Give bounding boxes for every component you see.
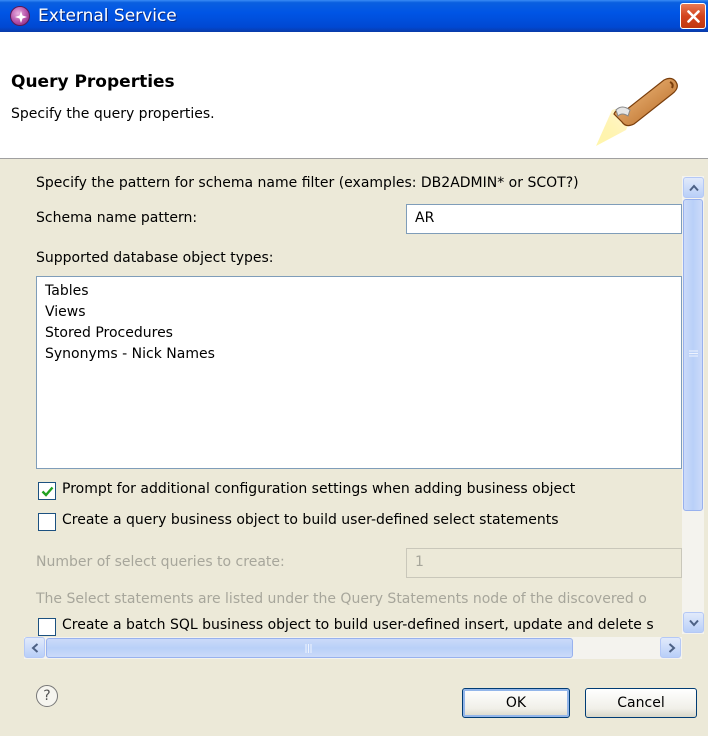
wizard-banner-icon bbox=[592, 70, 688, 154]
horizontal-scrollbar[interactable] bbox=[24, 637, 682, 659]
pattern-hint: Specify the pattern for schema name filt… bbox=[36, 175, 579, 191]
scroll-left-button[interactable] bbox=[24, 637, 45, 658]
list-item[interactable]: Views bbox=[45, 302, 673, 323]
prompt-settings-checkbox[interactable]: Prompt for additional configuration sett… bbox=[38, 480, 678, 502]
title-bar[interactable]: External Service bbox=[0, 0, 708, 32]
query-bo-label: Create a query business object to build … bbox=[62, 512, 559, 528]
app-icon bbox=[10, 6, 30, 26]
checkbox-unchecked[interactable] bbox=[38, 513, 56, 531]
list-item[interactable]: Stored Procedures bbox=[45, 323, 673, 344]
batch-sql-checkbox[interactable]: Create a batch SQL business object to bu… bbox=[38, 616, 682, 638]
prompt-settings-label: Prompt for additional configuration sett… bbox=[62, 481, 576, 497]
chevron-right-icon bbox=[668, 643, 676, 653]
schema-name-input[interactable]: AR bbox=[406, 204, 682, 234]
properties-panel: Specify the pattern for schema name filt… bbox=[24, 168, 682, 638]
query-bo-checkbox[interactable]: Create a query business object to build … bbox=[38, 511, 678, 533]
close-icon bbox=[687, 10, 700, 23]
object-types-label: Supported database object types: bbox=[36, 250, 274, 266]
num-queries-label: Number of select queries to create: bbox=[36, 554, 285, 570]
checkbox-checked[interactable] bbox=[38, 482, 56, 500]
scroll-right-button[interactable] bbox=[660, 637, 681, 658]
object-types-list[interactable]: Tables Views Stored Procedures Synonyms … bbox=[36, 276, 682, 469]
page-title: Query Properties bbox=[11, 72, 175, 92]
chevron-down-icon bbox=[689, 619, 699, 627]
grip-icon bbox=[689, 350, 698, 357]
num-queries-input[interactable]: 1 bbox=[406, 548, 682, 578]
external-service-dialog: External Service Query Properties Specif… bbox=[0, 0, 708, 736]
chevron-up-icon bbox=[689, 184, 699, 192]
grip-icon bbox=[305, 644, 312, 653]
window-title: External Service bbox=[38, 6, 177, 26]
horizontal-scroll-thumb[interactable] bbox=[46, 638, 573, 658]
ok-button[interactable]: OK bbox=[462, 688, 570, 718]
vertical-scrollbar[interactable] bbox=[682, 176, 704, 634]
cancel-button[interactable]: Cancel bbox=[585, 688, 697, 718]
help-icon[interactable]: ? bbox=[36, 685, 58, 707]
select-statements-note: The Select statements are listed under t… bbox=[36, 591, 647, 607]
scroll-up-button[interactable] bbox=[683, 177, 704, 198]
vertical-scroll-thumb[interactable] bbox=[683, 199, 703, 511]
schema-name-label: Schema name pattern: bbox=[36, 210, 198, 226]
list-item[interactable]: Synonyms - Nick Names bbox=[45, 344, 673, 365]
checkmark-icon bbox=[41, 486, 54, 497]
chevron-left-icon bbox=[31, 643, 39, 653]
page-description: Specify the query properties. bbox=[11, 106, 215, 122]
checkbox-unchecked[interactable] bbox=[38, 618, 56, 636]
close-button[interactable] bbox=[680, 3, 706, 29]
scroll-down-button[interactable] bbox=[683, 612, 704, 633]
batch-sql-label: Create a batch SQL business object to bu… bbox=[62, 617, 654, 633]
list-item[interactable]: Tables bbox=[45, 281, 673, 302]
dialog-footer: ? OK Cancel bbox=[0, 660, 708, 736]
